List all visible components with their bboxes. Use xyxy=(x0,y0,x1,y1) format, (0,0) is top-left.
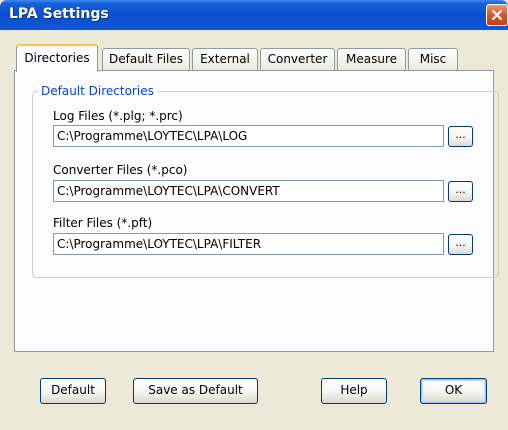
converter-files-label: Converter Files (*.pco) xyxy=(53,163,188,177)
tab-directories[interactable]: Directories xyxy=(16,44,98,72)
log-files-path-input[interactable] xyxy=(53,125,444,147)
filter-files-browse-button[interactable]: ... xyxy=(448,234,473,255)
tab-measure[interactable]: Measure xyxy=(337,48,406,71)
default-button[interactable]: Default xyxy=(40,378,106,404)
close-icon xyxy=(491,9,503,21)
window-title: LPA Settings xyxy=(9,6,109,22)
title-bar[interactable]: LPA Settings xyxy=(0,0,508,30)
log-files-label: Log Files (*.plg; *.prc) xyxy=(53,109,183,123)
tab-external[interactable]: External xyxy=(192,48,258,71)
tab-misc[interactable]: Misc xyxy=(408,48,458,71)
converter-files-browse-button[interactable]: ... xyxy=(448,181,473,202)
converter-files-path-input[interactable] xyxy=(53,180,444,202)
group-title: Default Directories xyxy=(38,84,157,98)
filter-files-path-input[interactable] xyxy=(53,233,444,255)
filter-files-label: Filter Files (*.pft) xyxy=(53,216,153,230)
close-button[interactable] xyxy=(486,4,508,26)
tab-converter[interactable]: Converter xyxy=(260,48,335,71)
help-button[interactable]: Help xyxy=(321,378,387,404)
save-as-default-button[interactable]: Save as Default xyxy=(133,378,258,404)
tab-default-files[interactable]: Default Files xyxy=(102,48,190,71)
ok-button[interactable]: OK xyxy=(420,378,487,404)
log-files-browse-button[interactable]: ... xyxy=(448,126,473,147)
tab-strip: Directories Default Files External Conve… xyxy=(0,44,508,72)
